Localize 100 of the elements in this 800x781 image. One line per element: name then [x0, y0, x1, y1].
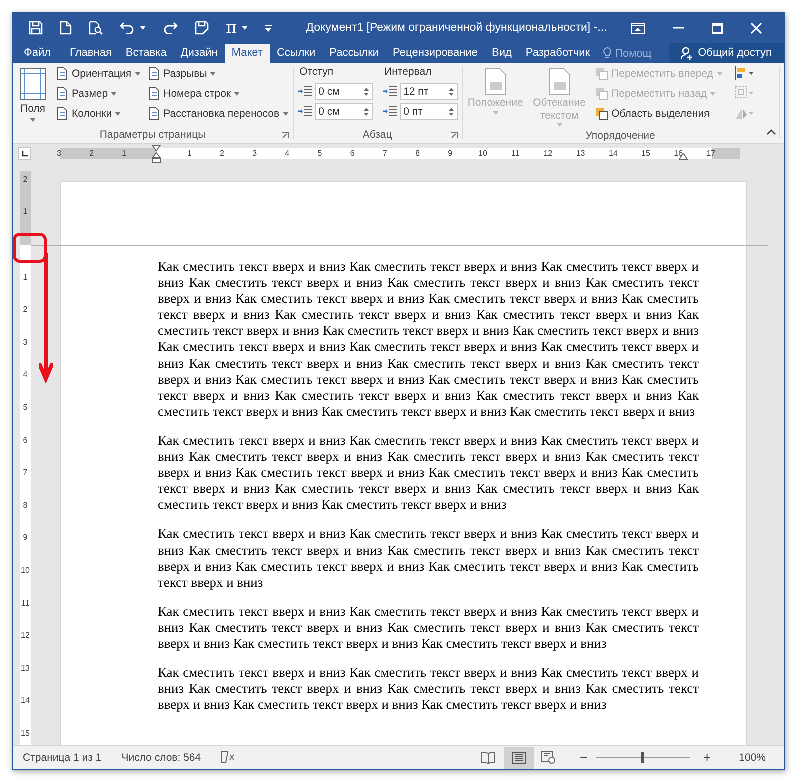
ruler-number: 7: [382, 148, 388, 159]
ribbon-dropdown-button[interactable]: Размер: [55, 86, 141, 102]
ribbon-tab[interactable]: Ссылки: [270, 44, 323, 63]
layers-icon: [594, 87, 609, 101]
document-paragraph: Как сместить текст вверх и вниз Как сместить текст вверх и вниз Как сместить текст вверх и вниз Как сместить текст вверх и вниз Как сместить текст вверх и вниз Как сместить текст вверх и вниз Как сместить текст вверх и вниз Как сместить текст вверх и вниз Как сместить текст вверх и вниз: [158, 526, 699, 591]
margins-button[interactable]: Поля: [17, 66, 49, 127]
print-preview-icon[interactable]: [89, 21, 103, 35]
dialog-launcher-icon[interactable]: [282, 132, 289, 139]
ribbon-tab[interactable]: Дизайн: [174, 44, 225, 63]
dropdown-caret-icon: [492, 110, 499, 115]
ribbon-small-button[interactable]: Область выделения: [594, 106, 722, 122]
ruler-number: 4: [285, 148, 290, 159]
proofing-icon[interactable]: [221, 751, 236, 764]
ribbon-tab[interactable]: Вид: [485, 44, 519, 63]
ruler-number: 7: [22, 468, 29, 478]
ruler-number: 16: [674, 148, 684, 159]
book-icon: [481, 752, 496, 764]
section-label: Интервал: [384, 66, 433, 80]
ruler-number: 6: [22, 436, 29, 446]
paragraph-spacing-icon: [382, 106, 397, 118]
ribbon-tab[interactable]: Рассылки: [322, 44, 386, 63]
ribbon-dropdown-button[interactable]: Колонки: [55, 106, 141, 122]
document-paragraph: Как сместить текст вверх и вниз Как сместить текст вверх и вниз Как сместить текст вверх и вниз Как сместить текст вверх и вниз Как сместить текст вверх и вниз Как сместить текст вверх и вниз Как сместить текст вверх и вниз Как сместить текст вверх и вниз Как сместить текст вверх и вниз Как сместить текст вверх и вниз Как сместить текст вверх и вниз Как сместить текст вверх и вниз Как сместить текст вверх и вниз Как сместить текст вверх и вниз Как сместить текст вверх и вниз Как сместить текст вверх и вниз Как сместить текст вверх и вниз Как сместить текст вверх и вниз Как сместить текст вверх и вниз Как сместить текст вверх и вниз Как сместить текст вверх и вниз Как сместить текст вверх и вниз Как сместить текст вверх и вниз Как сместить текст вверх и вниз Как сместить текст вверх и вниз Как сместить текст вверх и вниз Как сместить текст вверх и вниз Как сместить текст вверх и вниз: [158, 259, 699, 420]
group-label: Параметры страницы: [100, 129, 206, 141]
zoom-in-button[interactable]: +: [704, 750, 712, 765]
customize-toolbar-icon[interactable]: [265, 24, 272, 32]
spin-arrows-icon[interactable]: [448, 107, 454, 117]
ribbon-dropdown-button[interactable]: Номера строк: [146, 86, 289, 102]
ruler-number: 9: [448, 148, 453, 159]
ribbon-display-options-icon[interactable]: [631, 22, 645, 34]
indent-marker-icon[interactable]: [152, 145, 161, 163]
picture-page-icon: [548, 68, 571, 96]
ribbon-tab[interactable]: Файл: [13, 44, 64, 63]
word-count[interactable]: Число слов: 564: [122, 752, 202, 764]
collapse-ribbon-icon[interactable]: [767, 129, 776, 135]
spin-field[interactable]: 0 пт: [400, 103, 458, 120]
ruler-number: 3: [22, 338, 29, 348]
ruler-number: 1: [22, 207, 29, 218]
ruler-number: 10: [478, 148, 488, 159]
dropdown-caret-icon: [115, 112, 122, 116]
page-setup-icon: [55, 87, 69, 101]
ruler-number: 2: [22, 305, 29, 316]
ribbon-tab[interactable]: Рецензирование: [386, 44, 485, 63]
redo-icon[interactable]: [163, 22, 178, 34]
save-icon[interactable]: [29, 21, 43, 35]
ribbon-dropdown-button[interactable]: Разрывы: [146, 66, 289, 82]
ruler-number: 1: [122, 148, 127, 159]
dropdown-caret-icon: [710, 92, 716, 96]
dialog-launcher-icon[interactable]: [450, 132, 458, 139]
web-layout-icon: [541, 751, 556, 764]
spin-arrows-icon[interactable]: [364, 87, 369, 97]
share-button[interactable]: Общий доступ: [669, 43, 784, 63]
ruler-number: 12: [20, 631, 31, 642]
document-paragraph: Как сместить текст вверх и вниз Как сместить текст вверх и вниз Как сместить текст вверх и вниз Как сместить текст вверх и вниз Как сместить текст вверх и вниз Как сместить текст вверх и вниз Как сместить текст вверх и вниз Как сместить текст вверх и вниз: [158, 665, 699, 714]
person-add-icon: [681, 46, 694, 60]
tab-selector-button[interactable]: [18, 147, 31, 160]
ribbon-dropdown-button[interactable]: Расстановка переносов: [146, 106, 289, 122]
ribbon-tab[interactable]: Разработчик: [518, 44, 598, 63]
dropdown-caret-icon: [210, 72, 216, 76]
close-icon[interactable]: [751, 22, 762, 34]
align-icon[interactable]: [734, 66, 754, 80]
zoom-out-button[interactable]: −: [580, 750, 588, 765]
spin-field[interactable]: 0 см: [314, 103, 373, 120]
page-setup-icon: [146, 87, 161, 101]
ruler-number: 12: [544, 148, 553, 159]
page-lines-icon: [512, 752, 526, 764]
vertical-ruler[interactable]: 2 1 1 2 3 4 5 6 7 8 9 10 11 12 13 14 15: [20, 171, 31, 745]
ruler-number: 13: [20, 664, 31, 674]
view-mode-button[interactable]: [504, 746, 534, 768]
layers-icon: [594, 107, 609, 121]
document-paragraph: Как сместить текст вверх и вниз Как сместить текст вверх и вниз Как сместить текст вверх и вниз Как сместить текст вверх и вниз Как сместить текст вверх и вниз Как сместить текст вверх и вниз Как сместить текст вверх и вниз Как сместить текст вверх и вниз: [158, 604, 699, 652]
undo-icon[interactable]: [120, 22, 135, 34]
page-setup-icon: [55, 67, 69, 81]
dropdown-caret-icon[interactable]: [242, 26, 248, 30]
ruler-number: 5: [22, 403, 29, 413]
document-paragraph: Как сместить текст вверх и вниз Как сместить текст вверх и вниз Как сместить текст вверх и вниз Как сместить текст вверх и вниз Как сместить текст вверх и вниз Как сместить текст вверх и вниз Как сместить текст вверх и вниз Как сместить текст вверх и вниз Как сместить текст вверх и вниз Как сместить текст вверх и вниз Как сместить текст вверх и вниз Как сместить текст вверх и вниз Как сместить текст вверх и вниз: [158, 432, 699, 514]
spin-arrows-icon[interactable]: [364, 107, 369, 117]
document-page[interactable]: [60, 181, 747, 745]
page-setup-icon: [146, 107, 161, 121]
ribbon-tab[interactable]: Макет: [224, 44, 270, 63]
ribbon-tab[interactable]: Главная: [63, 44, 119, 63]
new-document-icon[interactable]: [60, 21, 72, 35]
ruler-number: 8: [22, 500, 29, 511]
dropdown-caret-icon[interactable]: [140, 26, 146, 30]
spin-field[interactable]: 12 пт: [400, 83, 458, 100]
equation-button[interactable]: π: [226, 20, 238, 36]
dropdown-caret-icon: [716, 72, 722, 76]
zoom-slider-thumb[interactable]: [641, 752, 644, 763]
page-count[interactable]: Страница 1 из 1: [23, 752, 102, 764]
ribbon-dropdown-button[interactable]: Ориентация: [55, 66, 141, 82]
dropdown-caret-icon: [282, 112, 289, 116]
spin-field[interactable]: 0 см: [314, 83, 373, 100]
dropdown-caret-icon: [111, 92, 118, 96]
spin-arrows-icon[interactable]: [448, 87, 454, 97]
ribbon-tab[interactable]: Вставка: [118, 44, 174, 63]
zoom-level[interactable]: 100%: [739, 752, 766, 764]
ruler-number: 6: [350, 148, 355, 159]
maximize-icon[interactable]: [712, 22, 723, 34]
margins-icon: [20, 68, 46, 100]
save-as-icon[interactable]: [195, 21, 209, 35]
